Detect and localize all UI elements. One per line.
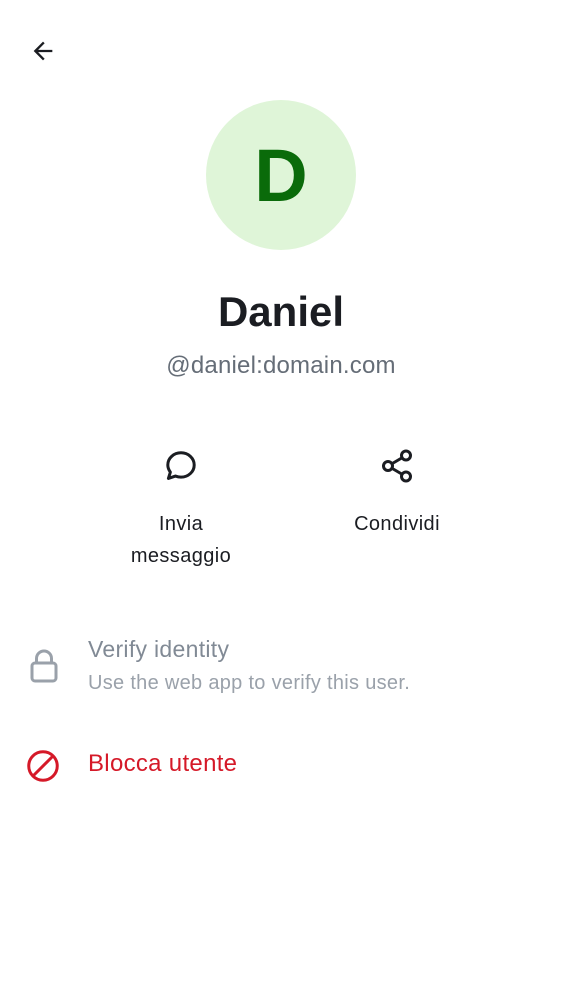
share-icon: [375, 444, 419, 488]
verify-identity-title: Verify identity: [88, 636, 230, 662]
send-message-label: Invia messaggio: [131, 508, 231, 572]
share-button[interactable]: Condividi: [312, 444, 482, 540]
block-user-label: Blocca utente: [88, 750, 238, 777]
avatar[interactable]: D: [206, 100, 356, 250]
user-profile-screen: D Daniel @daniel:domain.com Invia messag…: [0, 0, 562, 1000]
display-name: Daniel: [217, 288, 345, 335]
send-message-label-line1: Invia: [158, 513, 204, 535]
verify-identity-row: Verify identity Use the web app to verif…: [0, 630, 562, 710]
back-button[interactable]: [22, 30, 64, 72]
verify-identity-subtitle: Use the web app to verify this user.: [88, 672, 411, 694]
block-user-button[interactable]: Blocca utente: [0, 740, 562, 792]
block-icon: [25, 748, 61, 784]
arrow-left-icon: [33, 41, 53, 61]
avatar-initial: D: [254, 134, 308, 217]
send-message-label-line2: messaggio: [130, 545, 232, 567]
lock-icon: [26, 646, 62, 686]
send-message-button[interactable]: Invia messaggio: [96, 444, 266, 572]
chat-bubble-icon: [159, 444, 203, 488]
user-id: @daniel:domain.com: [166, 352, 396, 379]
share-label: Condividi: [354, 513, 440, 535]
